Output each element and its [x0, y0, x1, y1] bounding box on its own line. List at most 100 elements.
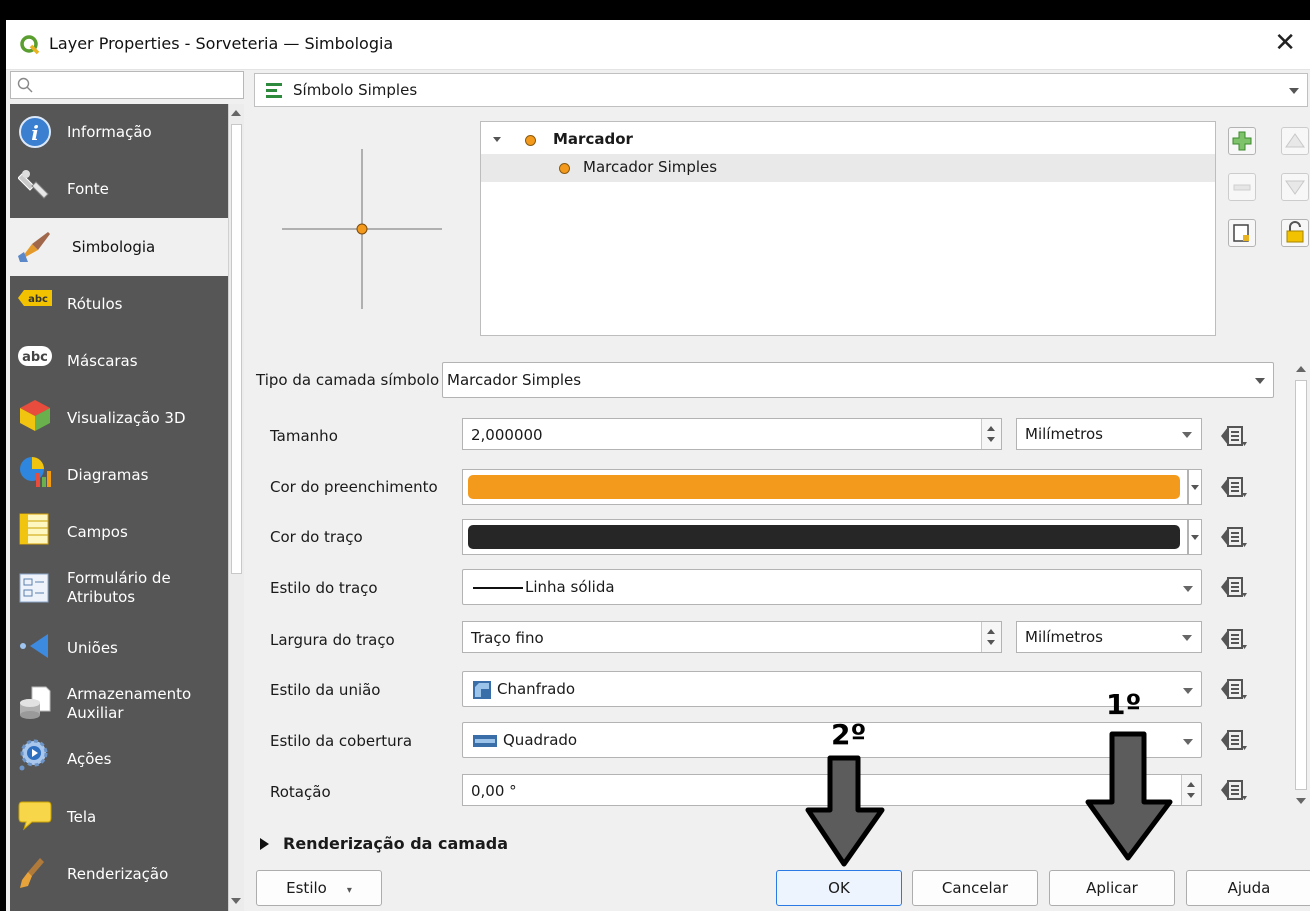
stroke-width-label: Largura do traço — [270, 631, 395, 649]
search-input[interactable] — [10, 71, 244, 99]
chevron-down-icon: ▾ — [346, 885, 352, 896]
form-scrollbar[interactable] — [1292, 360, 1310, 830]
sidebar-item-armazenamento-auxiliar[interactable]: Armazenamento Auxiliar — [10, 675, 228, 731]
bevel-join-icon — [473, 681, 491, 699]
size-input[interactable]: 2,000000 — [462, 418, 1002, 450]
sidebar-item-informacao[interactable]: i Informação — [10, 104, 228, 160]
style-button-label: Estilo — [286, 879, 327, 897]
sidebar-item-unioes[interactable]: Uniões — [10, 618, 228, 674]
help-button[interactable]: Ajuda — [1186, 870, 1310, 906]
triangle-down-icon — [1285, 180, 1305, 195]
chevron-down-icon — [1289, 88, 1299, 94]
chevron-down-icon — [1182, 432, 1192, 438]
sidebar-item-visualizacao-3d[interactable]: Visualização 3D — [10, 390, 228, 446]
svg-text:abc: abc — [28, 294, 48, 305]
stroke-width-spinner[interactable] — [981, 622, 1001, 652]
sidebar-item-formulario-de-atributos[interactable]: Formulário de Atributos — [10, 561, 228, 617]
data-defined-override-icon[interactable] — [1218, 573, 1250, 601]
attributes-form-icon — [19, 573, 49, 603]
scroll-up-icon[interactable] — [231, 110, 241, 116]
sidebar-item-tela[interactable]: Tela — [10, 789, 228, 845]
display-icon — [18, 801, 52, 831]
move-up-button[interactable] — [1281, 127, 1309, 155]
fill-color-label: Cor do preenchimento — [270, 478, 438, 496]
stroke-color-label: Cor do traço — [270, 528, 363, 546]
sidebar-item-label: Tela — [67, 808, 97, 826]
join-style-label: Estilo da união — [270, 681, 381, 699]
duplicate-layer-button[interactable] — [1228, 219, 1256, 247]
stroke-color-menu-button[interactable] — [1188, 519, 1202, 555]
collapse-icon[interactable] — [493, 137, 501, 142]
fill-color-menu-button[interactable] — [1188, 469, 1202, 505]
duplicate-icon — [1233, 224, 1249, 242]
simple-marker-icon — [559, 163, 570, 174]
remove-layer-button[interactable] — [1228, 173, 1256, 201]
sidebar-item-label: Campos — [67, 523, 128, 541]
sidebar-item-diagramas[interactable]: Diagramas — [10, 447, 228, 503]
scroll-down-icon[interactable] — [231, 898, 241, 904]
scroll-up-icon[interactable] — [1296, 366, 1306, 372]
tree-item-marcador[interactable]: Marcador — [481, 128, 1215, 152]
data-defined-override-icon[interactable] — [1218, 776, 1250, 804]
form-scroll-thumb[interactable] — [1295, 380, 1307, 790]
size-spinner[interactable] — [981, 419, 1001, 449]
arrow-down-annotation-icon — [805, 755, 885, 867]
sidebar: i Informação Fonte Simbologia abc Rótulo… — [10, 104, 228, 911]
sidebar-item-renderizacao[interactable]: Renderização — [10, 846, 228, 902]
scroll-down-icon[interactable] — [1296, 798, 1306, 804]
sidebar-item-rotulos[interactable]: abc Rótulos — [10, 276, 228, 332]
sidebar-item-fonte[interactable]: Fonte — [10, 161, 228, 217]
move-down-button[interactable] — [1281, 173, 1309, 201]
sidebar-scroll-thumb[interactable] — [231, 124, 242, 574]
style-button[interactable]: Estilo ▾ — [256, 870, 382, 906]
chevron-down-icon — [1183, 586, 1193, 592]
data-defined-override-icon[interactable] — [1218, 523, 1250, 551]
stroke-color-button[interactable] — [462, 519, 1188, 555]
data-defined-override-icon[interactable] — [1218, 675, 1250, 703]
single-symbol-icon — [266, 83, 282, 98]
expand-arrow-icon — [260, 838, 269, 850]
lock-layer-button[interactable] — [1281, 219, 1309, 247]
close-icon[interactable]: ✕ — [1274, 28, 1296, 58]
qgis-logo-icon — [20, 35, 40, 55]
section-label: Renderização da camada — [283, 834, 509, 853]
sidebar-item-mascaras[interactable]: abc Máscaras — [10, 333, 228, 389]
join-style-select[interactable]: Chanfrado — [462, 671, 1202, 707]
ok-button[interactable]: OK — [776, 870, 902, 906]
symbol-layer-type-value: Marcador Simples — [447, 371, 582, 389]
data-defined-override-icon[interactable] — [1218, 422, 1250, 450]
sidebar-item-acoes[interactable]: Ações — [10, 732, 228, 788]
square-cap-icon — [473, 735, 497, 747]
data-defined-override-icon[interactable] — [1218, 726, 1250, 754]
sidebar-item-label: Simbologia — [72, 238, 156, 256]
stroke-width-input[interactable]: Traço fino — [462, 621, 1002, 653]
symbol-layer-type-label: Tipo da camada símbolo — [256, 371, 440, 389]
labels-icon: abc — [18, 290, 52, 306]
renderer-select[interactable]: Símbolo Simples — [254, 73, 1308, 107]
sidebar-scrollbar[interactable] — [228, 104, 244, 911]
symbol-layer-tree[interactable]: Marcador Marcador Simples — [480, 121, 1216, 336]
layer-rendering-section[interactable]: Renderização da camada — [260, 834, 508, 853]
cancel-button-label: Cancelar — [941, 879, 1009, 897]
rotation-spinner[interactable] — [1181, 775, 1201, 805]
chevron-down-icon — [1182, 635, 1192, 641]
cap-style-label: Estilo da cobertura — [270, 732, 413, 750]
chevron-down-icon — [1255, 378, 1265, 384]
tree-item-marcador-simples[interactable]: Marcador Simples — [481, 154, 1215, 182]
cancel-button[interactable]: Cancelar — [912, 870, 1038, 906]
sidebar-item-label: Fonte — [67, 180, 109, 198]
data-defined-override-icon[interactable] — [1218, 473, 1250, 501]
sidebar-item-label: Visualização 3D — [67, 409, 186, 427]
add-layer-button[interactable] — [1228, 127, 1256, 155]
sidebar-item-campos[interactable]: Campos — [10, 504, 228, 560]
stroke-width-unit-select[interactable]: Milímetros — [1016, 621, 1202, 653]
symbol-layer-type-select[interactable]: Marcador Simples — [442, 362, 1274, 398]
fill-color-button[interactable] — [462, 469, 1188, 505]
apply-button[interactable]: Aplicar — [1049, 870, 1175, 906]
size-unit-select[interactable]: Milímetros — [1016, 418, 1202, 450]
sidebar-item-simbologia[interactable]: Simbologia — [10, 218, 228, 276]
data-defined-override-icon[interactable] — [1218, 625, 1250, 653]
stroke-style-select[interactable]: Linha sólida — [462, 569, 1202, 605]
rotation-label: Rotação — [270, 783, 331, 801]
sidebar-item-label: Diagramas — [67, 466, 149, 484]
